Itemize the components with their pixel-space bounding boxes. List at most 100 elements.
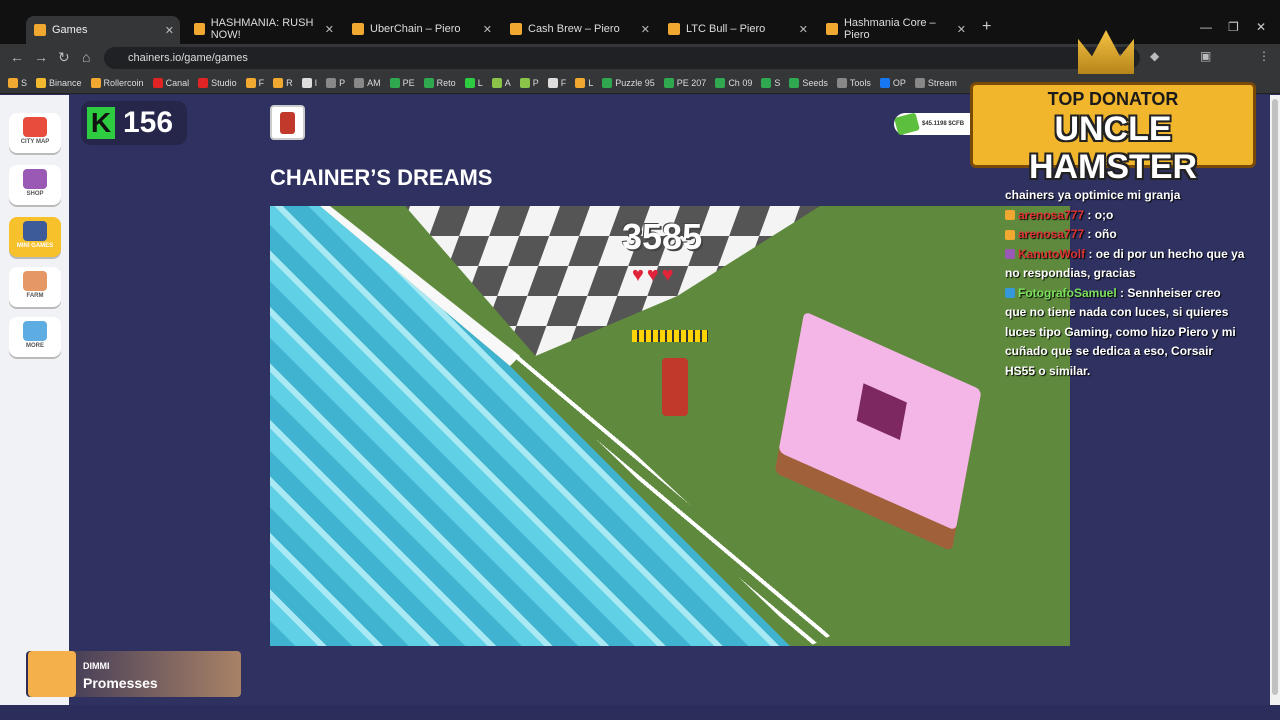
back-icon[interactable]: ← <box>10 49 24 65</box>
bookmark-favicon-icon <box>663 77 674 88</box>
gamepad-icon <box>23 221 47 241</box>
grid-icon <box>23 321 47 341</box>
tab-favicon-icon <box>826 23 838 35</box>
bookmark-favicon-icon <box>36 77 47 88</box>
tab-hashmania-core[interactable]: Hashmania Core – Piero ✕ <box>818 17 972 41</box>
bookmark-item[interactable]: R <box>273 77 293 88</box>
bookmark-item[interactable]: PE <box>389 77 415 88</box>
bookmark-item[interactable]: AM <box>354 77 381 88</box>
tab-label: HASHMANIA: RUSH NOW! <box>210 17 314 41</box>
k-logo-icon: K <box>87 107 115 139</box>
home-icon[interactable]: ⌂ <box>82 49 90 65</box>
close-icon[interactable]: ✕ <box>165 24 174 37</box>
map-pin-icon <box>23 117 47 137</box>
bookmark-item[interactable]: Puzzle 95 <box>602 77 655 88</box>
close-icon[interactable]: ✕ <box>799 23 808 36</box>
sidebar-item-shop[interactable]: SHOP <box>9 165 61 205</box>
tab-uberchain[interactable]: UberChain – Piero ✕ <box>344 18 498 40</box>
hearts-icon: ♥♥♥ <box>632 264 677 286</box>
bookmark-item[interactable]: Tools <box>836 77 871 88</box>
chat-message: FotografoSamuel : Sennheiser creo que no… <box>1005 285 1236 378</box>
tab-label: Hashmania Core – Piero <box>843 17 936 41</box>
bookmark-item[interactable]: Canal <box>152 77 189 88</box>
score-counter: K 156 <box>81 101 187 145</box>
badge-icon <box>1005 249 1015 260</box>
sidebar: CITY MAP SHOP MINI GAMES FARM MORE <box>0 95 69 705</box>
badge-icon <box>1005 210 1015 221</box>
bookmark-favicon-icon <box>389 77 400 88</box>
bookmark-favicon-icon <box>464 77 475 88</box>
menu-icon[interactable]: ⋮ <box>1258 49 1270 63</box>
album-art <box>28 651 76 697</box>
bookmark-item[interactable]: S <box>8 77 27 88</box>
tab-label: LTC Bull – Piero <box>686 23 766 35</box>
donator-banner: TOP DONATOR UNCLE HAMSTER <box>970 82 1256 186</box>
bookmark-favicon-icon <box>491 77 502 88</box>
tab-hashmania-rush[interactable]: HASHMANIA: RUSH NOW! ✕ <box>186 17 340 41</box>
bookmark-item[interactable]: Studio <box>198 77 237 88</box>
tab-label: Cash Brew – Piero <box>528 23 620 35</box>
bookmark-favicon-icon <box>789 77 800 88</box>
badge-icon <box>1005 288 1015 299</box>
badge-icon <box>1005 229 1015 240</box>
bookmark-item[interactable]: Reto <box>423 77 456 88</box>
forward-icon[interactable]: → <box>34 49 48 65</box>
bookmark-item[interactable]: Rollercoin <box>90 77 144 88</box>
chat-message: arenosa777 : oño <box>1005 225 1245 245</box>
bookmark-favicon-icon <box>152 77 163 88</box>
close-icon[interactable]: ✕ <box>483 23 492 36</box>
bookmark-item[interactable]: OP <box>879 77 906 88</box>
close-icon[interactable]: ✕ <box>325 23 334 36</box>
chat-message: arenosa777 : o;o <box>1005 206 1245 226</box>
bookmark-item[interactable]: F <box>547 77 566 88</box>
bookmark-favicon-icon <box>273 77 284 88</box>
sidebar-item-more[interactable]: MORE <box>9 317 61 357</box>
bookmark-favicon-icon <box>301 77 312 88</box>
bookmark-item[interactable]: F <box>245 77 264 88</box>
tab-favicon-icon <box>510 23 522 35</box>
page-scrollbar[interactable] <box>1270 95 1280 705</box>
bookmark-item[interactable]: Binance <box>36 77 82 88</box>
bookmark-favicon-icon <box>423 77 434 88</box>
bookmark-item[interactable]: S <box>761 77 780 88</box>
chat-message: KanutoWolf : oe di por un hecho que ya n… <box>1005 246 1245 280</box>
bookmark-item[interactable]: P <box>326 77 345 88</box>
bookmark-favicon-icon <box>198 77 209 88</box>
bookmark-item[interactable]: P <box>519 77 539 88</box>
close-icon[interactable]: ✕ <box>641 23 650 36</box>
score-value: 156 <box>123 106 174 139</box>
folder-icon <box>326 77 337 88</box>
artist-name: DIMMI <box>83 661 110 671</box>
tab-games[interactable]: Games ✕ <box>26 16 180 44</box>
sidebar-item-mini-games[interactable]: MINI GAMES <box>9 217 61 257</box>
bookmark-favicon-icon <box>8 77 18 88</box>
scrollbar-thumb[interactable] <box>1272 99 1278 695</box>
sidebar-item-farm[interactable]: FARM <box>9 267 61 307</box>
tab-cash-brew[interactable]: Cash Brew – Piero ✕ <box>502 18 656 40</box>
game-canvas[interactable]: 3585 ♥♥♥ <box>270 206 1070 646</box>
shopping-cart-icon <box>23 169 47 189</box>
bookmark-item[interactable]: I <box>301 77 317 88</box>
bookmark-item[interactable]: Seeds <box>789 77 828 88</box>
bookmark-item[interactable]: PE 207 <box>663 77 706 88</box>
bookmark-item[interactable]: L <box>575 77 593 88</box>
bookmark-item[interactable]: A <box>491 77 511 88</box>
tab-label: UberChain – Piero <box>370 23 461 35</box>
bookmark-favicon-icon <box>761 77 772 88</box>
avatar[interactable] <box>270 105 305 140</box>
sidebar-item-city-map[interactable]: CITY MAP <box>9 113 61 153</box>
bookmark-favicon-icon <box>575 77 586 88</box>
tab-label: Games <box>52 24 88 36</box>
bookmark-item[interactable]: Stream <box>914 77 957 88</box>
stream-chat: chainers ya optimice mi granja arenosa77… <box>1005 186 1245 381</box>
track-name: Promesses <box>83 675 158 691</box>
now-playing-widget: DIMMI Promesses <box>26 651 241 697</box>
close-icon[interactable]: ✕ <box>957 23 966 36</box>
folder-icon <box>836 77 847 88</box>
bookmark-favicon-icon <box>602 77 613 88</box>
bookmark-item[interactable]: Ch 09 <box>715 77 752 88</box>
reload-icon[interactable]: ↻ <box>58 49 70 66</box>
bookmark-item[interactable]: L <box>464 77 483 88</box>
tab-favicon-icon <box>352 23 364 35</box>
tab-ltc-bull[interactable]: LTC Bull – Piero ✕ <box>660 18 814 40</box>
